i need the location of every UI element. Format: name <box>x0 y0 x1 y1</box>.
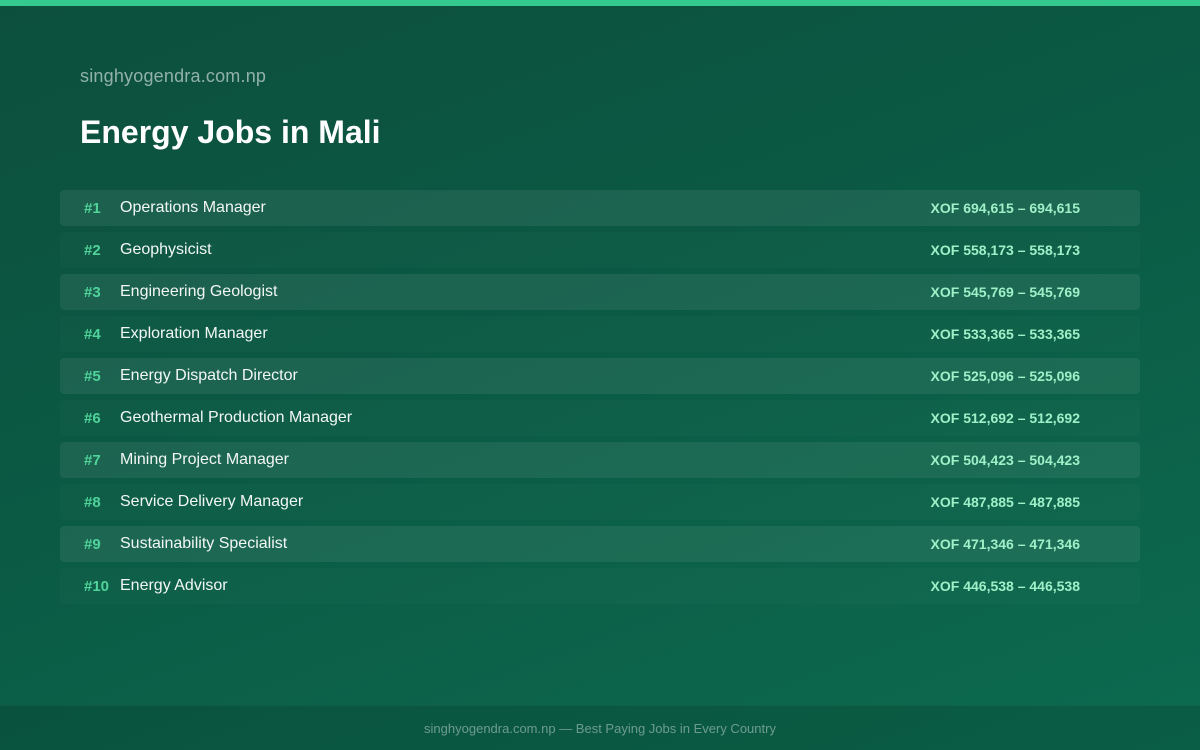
job-row: #4 Exploration Manager XOF 533,365 – 533… <box>60 316 1140 352</box>
job-row: #1 Operations Manager XOF 694,615 – 694,… <box>60 190 1140 226</box>
job-rank: #6 <box>84 409 101 427</box>
job-salary: XOF 525,096 – 525,096 <box>930 368 1080 384</box>
job-rank: #9 <box>84 535 101 553</box>
job-rank: #2 <box>84 241 101 259</box>
job-salary: XOF 558,173 – 558,173 <box>930 242 1080 258</box>
job-rank: #7 <box>84 451 101 469</box>
job-row: #2 Geophysicist XOF 558,173 – 558,173 <box>60 232 1140 268</box>
job-rank: #5 <box>84 367 101 385</box>
job-rank: #10 <box>84 577 110 595</box>
footer-text: singhyogendra.com.np — Best Paying Jobs … <box>424 721 776 736</box>
job-rank: #8 <box>84 493 101 511</box>
job-salary: XOF 545,769 – 545,769 <box>930 284 1080 300</box>
job-row: #10 Energy Advisor XOF 446,538 – 446,538 <box>60 568 1140 604</box>
job-salary: XOF 487,885 – 487,885 <box>930 494 1080 510</box>
job-list: #1 Operations Manager XOF 694,615 – 694,… <box>60 190 1140 610</box>
job-title: Energy Advisor <box>120 577 228 594</box>
job-title: Exploration Manager <box>120 325 268 342</box>
job-title: Geothermal Production Manager <box>120 409 353 426</box>
job-rank: #1 <box>84 199 101 217</box>
job-title: Engineering Geologist <box>120 283 278 300</box>
top-accent-bar <box>0 0 1200 6</box>
job-rank: #4 <box>84 325 101 343</box>
job-rank: #3 <box>84 283 101 301</box>
job-salary: XOF 512,692 – 512,692 <box>930 410 1080 426</box>
job-salary: XOF 504,423 – 504,423 <box>930 452 1080 468</box>
page-title: Energy Jobs in Mali <box>80 114 381 150</box>
job-row: #6 Geothermal Production Manager XOF 512… <box>60 400 1140 436</box>
job-title: Sustainability Specialist <box>120 535 288 552</box>
job-row: #7 Mining Project Manager XOF 504,423 – … <box>60 442 1140 478</box>
job-title: Service Delivery Manager <box>120 493 304 510</box>
job-title: Mining Project Manager <box>120 451 289 468</box>
job-salary: XOF 446,538 – 446,538 <box>930 578 1080 594</box>
job-salary: XOF 533,365 – 533,365 <box>930 326 1080 342</box>
job-row: #3 Engineering Geologist XOF 545,769 – 5… <box>60 274 1140 310</box>
job-title: Operations Manager <box>120 199 266 216</box>
site-name: singhyogendra.com.np <box>80 66 267 86</box>
job-salary: XOF 471,346 – 471,346 <box>930 536 1080 552</box>
job-title: Energy Dispatch Director <box>120 367 298 384</box>
job-title: Geophysicist <box>120 241 212 258</box>
footer: singhyogendra.com.np — Best Paying Jobs … <box>0 705 1200 750</box>
job-salary: XOF 694,615 – 694,615 <box>930 200 1080 216</box>
job-row: #5 Energy Dispatch Director XOF 525,096 … <box>60 358 1140 394</box>
job-row: #9 Sustainability Specialist XOF 471,346… <box>60 526 1140 562</box>
job-row: #8 Service Delivery Manager XOF 487,885 … <box>60 484 1140 520</box>
